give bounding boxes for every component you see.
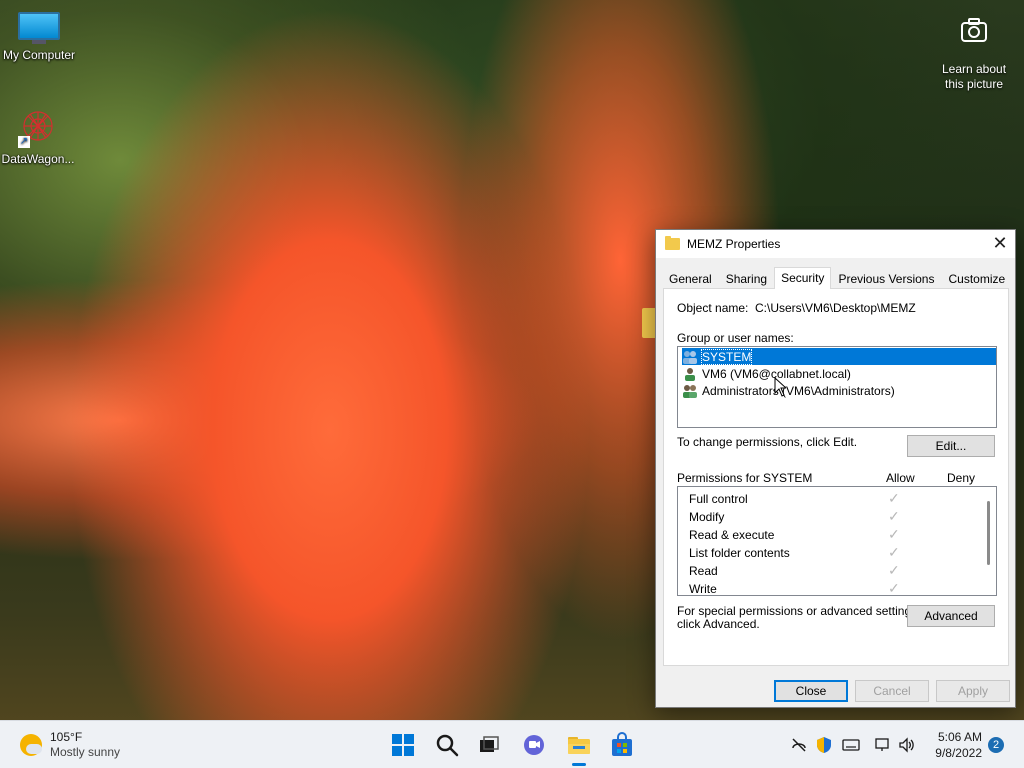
tab-general[interactable]: General [662, 268, 719, 289]
allow-checkmark-icon: ✓ [888, 544, 900, 560]
notification-badge[interactable]: 2 [988, 737, 1004, 753]
object-name-value: C:\Users\VM6\Desktop\MEMZ [755, 301, 916, 315]
tab-security[interactable]: Security [774, 267, 832, 289]
task-view-icon[interactable] [475, 731, 503, 759]
user-name: SYSTEM [700, 348, 753, 365]
dialog-titlebar[interactable]: MEMZ Properties ✕ [656, 230, 1015, 258]
tab-sharing[interactable]: Sharing [719, 268, 774, 289]
deny-column-header: Deny [947, 471, 976, 485]
permissions-scrollbar[interactable] [987, 501, 990, 565]
desktop-folder-memz-icon[interactable] [642, 308, 656, 338]
tab-customize[interactable]: Customize [941, 268, 1012, 289]
permission-name: List folder contents [689, 546, 790, 560]
user-row-system[interactable]: SYSTEM [682, 348, 996, 365]
allow-checkmark-icon: ✓ [888, 490, 900, 506]
object-name-label: Object name: [677, 301, 749, 315]
mouse-cursor-icon [774, 377, 786, 397]
user-name: Administrators (VM6\Administrators) [702, 383, 895, 398]
file-explorer-icon[interactable] [565, 731, 593, 759]
group-names-label: Group or user names: [677, 331, 794, 345]
allow-checkmark-icon: ✓ [888, 580, 900, 596]
properties-dialog: MEMZ Properties ✕ General Sharing Securi… [655, 229, 1016, 708]
users-list[interactable]: SYSTEM VM6 (VM6@collabnet.local) Adminis… [677, 346, 997, 428]
desktop-icon-label: DataWagon... [1, 152, 75, 166]
security-shield-icon[interactable] [815, 736, 833, 754]
system-clock[interactable]: 5:06 AM 9/8/2022 [928, 729, 982, 761]
advanced-button[interactable]: Advanced [907, 605, 995, 627]
desktop-icon-label: My Computer [2, 48, 76, 62]
permissions-list[interactable]: Full control ✓ Modify ✓ Read & execute ✓… [677, 486, 997, 596]
taskbar: 105°F Mostly sunny 5:06 AM 9/8/2022 2 [0, 720, 1024, 768]
permission-name: Write [689, 582, 717, 596]
network-off-icon[interactable] [790, 736, 808, 754]
monitor-icon [18, 12, 60, 44]
close-button[interactable]: Close [774, 680, 848, 702]
camera-icon [957, 14, 991, 48]
user-row-administrators[interactable]: Administrators (VM6\Administrators) [682, 382, 996, 399]
special-permissions-text-2: click Advanced. [677, 617, 760, 631]
store-icon[interactable] [608, 731, 636, 759]
volume-icon[interactable] [898, 736, 916, 754]
close-icon[interactable]: ✕ [985, 230, 1015, 258]
group-users-icon [682, 350, 698, 364]
cancel-button[interactable]: Cancel [855, 680, 929, 702]
dialog-title: MEMZ Properties [687, 237, 781, 251]
weather-temperature: 105°F [50, 730, 83, 744]
edit-button[interactable]: Edit... [907, 435, 995, 457]
apply-button[interactable]: Apply [936, 680, 1010, 702]
weather-description: Mostly sunny [50, 745, 121, 759]
chat-icon[interactable] [520, 731, 548, 759]
admin-group-icon [682, 384, 698, 398]
security-panel: Object name: C:\Users\VM6\Desktop\MEMZ G… [663, 288, 1009, 666]
permission-name: Full control [689, 492, 748, 506]
learn-label-line1: Learn about [941, 62, 1007, 76]
folder-icon [665, 236, 680, 250]
partly-sunny-icon [20, 734, 42, 756]
shortcut-arrow-icon: ↗ [18, 136, 30, 148]
search-icon[interactable] [433, 731, 461, 759]
keyboard-icon[interactable] [842, 736, 860, 754]
allow-checkmark-icon: ✓ [888, 526, 900, 542]
permission-name: Read & execute [689, 528, 775, 542]
allow-column-header: Allow [886, 471, 915, 485]
display-network-icon[interactable] [874, 736, 892, 754]
permission-name: Modify [689, 510, 725, 524]
desktop-icon-my-computer[interactable]: My Computer [1, 12, 77, 62]
tab-previous-versions[interactable]: Previous Versions [831, 268, 941, 289]
change-permissions-text: To change permissions, click Edit. [677, 435, 858, 449]
user-icon [682, 367, 698, 381]
active-app-indicator [572, 763, 586, 766]
learn-label-line2: this picture [944, 77, 1004, 91]
allow-checkmark-icon: ✓ [888, 508, 900, 524]
tab-strip: General Sharing Security Previous Versio… [662, 267, 1012, 289]
permission-name: Read [689, 564, 718, 578]
clock-time: 5:06 AM [937, 730, 982, 744]
user-row-vm6[interactable]: VM6 (VM6@collabnet.local) [682, 365, 996, 382]
datawagon-logo-icon: ↗ [16, 108, 60, 148]
desktop-icon-datawagon[interactable]: ↗ DataWagon... [0, 108, 76, 166]
allow-checkmark-icon: ✓ [888, 562, 900, 578]
learn-about-picture[interactable]: Learn about this picture [936, 14, 1012, 92]
permissions-for-label: Permissions for SYSTEM [677, 471, 813, 485]
windows-start-icon[interactable] [389, 731, 417, 759]
weather-widget[interactable]: 105°F Mostly sunny [20, 730, 120, 760]
clock-date: 9/8/2022 [935, 746, 982, 760]
